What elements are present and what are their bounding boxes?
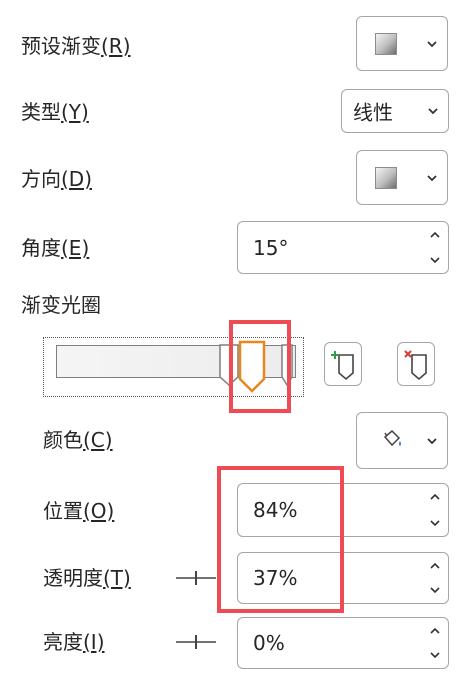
transparency-label: 透明度(T): [43, 566, 131, 590]
type-label: 类型(Y): [21, 100, 89, 124]
chevron-down-icon[interactable]: [429, 650, 441, 660]
chevron-down-icon[interactable]: [429, 518, 441, 528]
chevron-down-icon: [427, 174, 437, 181]
position-label: 位置(O): [43, 499, 115, 523]
angle-spinner[interactable]: 15°: [237, 221, 449, 274]
brightness-spinner[interactable]: 0%: [237, 617, 449, 669]
chevron-down-icon[interactable]: [429, 585, 441, 595]
direction-dropdown[interactable]: [356, 150, 448, 205]
paint-bucket-icon: [383, 429, 401, 447]
preset-gradient-dropdown[interactable]: [356, 16, 448, 71]
type-dropdown[interactable]: 线性: [341, 89, 449, 133]
type-value: 线性: [353, 100, 393, 125]
chevron-down-icon: [427, 437, 437, 444]
add-gradient-stop-icon: [331, 351, 354, 381]
color-label: 颜色(C): [43, 428, 113, 452]
transparency-slider[interactable]: [176, 568, 216, 588]
gradient-direction-swatch-icon: [375, 166, 397, 189]
remove-gradient-stop-icon: [404, 350, 427, 381]
chevron-up-icon[interactable]: [429, 492, 441, 502]
gradient-stops-label: 渐变光圈: [21, 293, 101, 317]
chevron-up-icon[interactable]: [429, 230, 441, 240]
angle-label: 角度(E): [21, 236, 90, 260]
remove-gradient-stop-button[interactable]: [397, 342, 435, 386]
brightness-value: 0%: [253, 631, 285, 655]
direction-label: 方向(D): [21, 167, 93, 191]
chevron-down-icon: [428, 108, 438, 115]
brightness-label: 亮度(I): [43, 630, 105, 654]
position-transparency-highlight: [217, 466, 344, 613]
fill-color-dropdown[interactable]: [356, 412, 448, 469]
selected-stop-highlight: [229, 320, 291, 413]
chevron-down-icon[interactable]: [429, 255, 441, 265]
add-gradient-stop-button[interactable]: [324, 342, 362, 386]
brightness-slider[interactable]: [176, 632, 216, 652]
chevron-up-icon[interactable]: [429, 561, 441, 571]
gradient-swatch-icon: [375, 32, 397, 55]
chevron-up-icon[interactable]: [429, 626, 441, 636]
preset-gradient-label: 预设渐变(R): [21, 34, 131, 58]
angle-value: 15°: [253, 235, 289, 260]
chevron-down-icon: [427, 40, 437, 47]
